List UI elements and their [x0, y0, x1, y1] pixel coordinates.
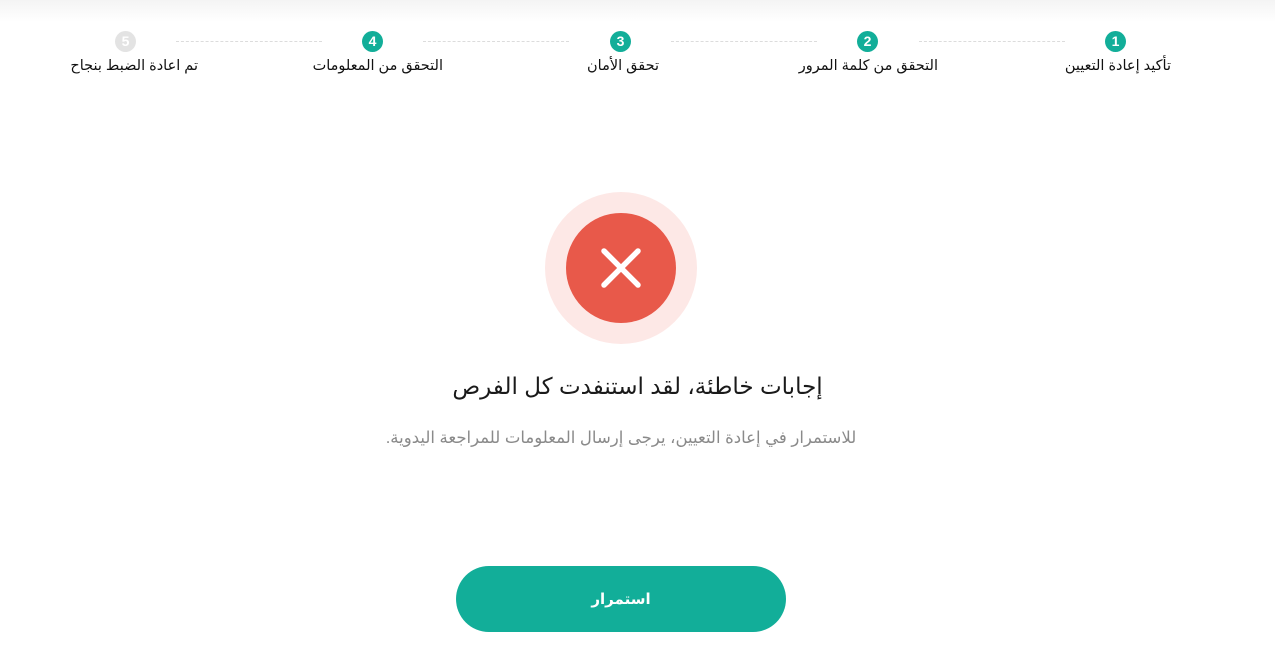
- step-1: 1 تأكيد إعادة التعيين: [996, 0, 1236, 90]
- step-2: 2 التحقق من كلمة المرور: [748, 0, 988, 90]
- step-number-badge: 3: [610, 31, 631, 52]
- step-5: 5 تم اعادة الضبط بنجاح: [5, 0, 245, 90]
- step-label: التحقق من كلمة المرور: [798, 58, 938, 74]
- step-label: تأكيد إعادة التعيين: [1064, 58, 1171, 74]
- step-number-badge: 1: [1105, 31, 1126, 52]
- error-title: إجابات خاطئة، لقد استنفدت كل الفرص: [452, 373, 823, 399]
- step-number-badge: 4: [362, 31, 383, 52]
- progress-stepper: 1 تأكيد إعادة التعيين 2 التحقق من كلمة ا…: [0, 0, 1275, 90]
- error-message: للاستمرار في إعادة التعيين، يرجى إرسال ا…: [385, 429, 857, 447]
- continue-button[interactable]: استمرار: [456, 566, 786, 632]
- step-number-badge: 2: [857, 31, 878, 52]
- step-3: 3 تحقق الأمان: [500, 0, 740, 90]
- error-icon-halo: [545, 192, 697, 344]
- step-label: التحقق من المعلومات: [312, 58, 443, 74]
- step-label: تحقق الأمان: [587, 58, 659, 74]
- step-number-badge: 5: [115, 31, 136, 52]
- step-label: تم اعادة الضبط بنجاح: [70, 58, 198, 74]
- step-4: 4 التحقق من المعلومات: [252, 0, 492, 90]
- close-x-glyph: [601, 248, 641, 288]
- error-x-icon: [566, 213, 676, 323]
